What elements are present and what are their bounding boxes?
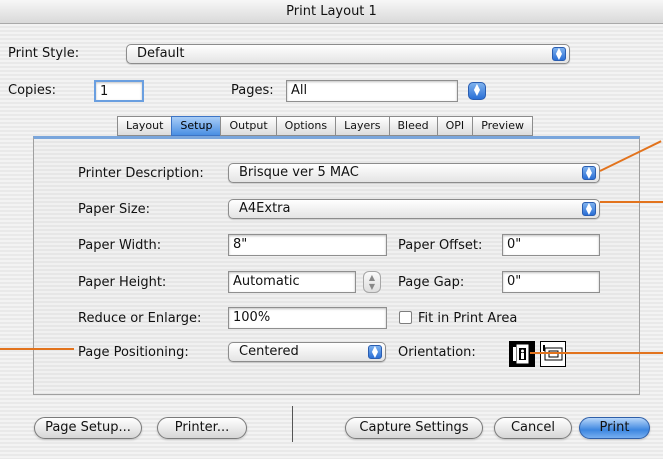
paper-size-label: Paper Size:	[78, 202, 151, 217]
printer-description-value: Brisque ver 5 MAC	[239, 165, 359, 180]
reduce-enlarge-field[interactable]: 100%	[228, 307, 387, 329]
updown-arrows-icon: ▲ ▼	[582, 202, 596, 216]
tab-layout[interactable]: Layout	[117, 116, 173, 136]
callout-line-orientation	[530, 352, 663, 354]
portrait-orientation-icon[interactable]	[509, 341, 535, 367]
print-style-value: Default	[137, 46, 185, 61]
page-positioning-popup[interactable]: Centered ▲ ▼	[228, 342, 386, 362]
page-positioning-label: Page Positioning:	[78, 345, 189, 360]
printer-description-label: Printer Description:	[78, 166, 204, 181]
tab-preview[interactable]: Preview	[472, 116, 534, 136]
callout-line-page-positioning	[0, 348, 74, 350]
tab-layers[interactable]: Layers	[335, 116, 390, 136]
paper-size-value: A4Extra	[239, 201, 291, 216]
cancel-button[interactable]: Cancel	[494, 417, 572, 439]
callout-line-paper-size	[600, 201, 663, 203]
tab-options[interactable]: Options	[275, 116, 337, 136]
page-gap-label: Page Gap:	[398, 275, 465, 290]
print-style-popup[interactable]: Default ▲ ▼	[126, 44, 570, 64]
paper-size-popup[interactable]: A4Extra ▲ ▼	[228, 199, 600, 219]
paper-offset-label: Paper Offset:	[398, 238, 483, 253]
tab-bar: Layout Setup Output Options Layers Bleed…	[117, 116, 534, 136]
paper-width-label: Paper Width:	[78, 238, 162, 253]
capture-settings-button[interactable]: Capture Settings	[345, 417, 483, 439]
landscape-orientation-icon[interactable]	[540, 341, 566, 367]
window-title: Print Layout 1	[0, 0, 663, 24]
copies-field[interactable]: 1	[94, 80, 144, 102]
page-gap-field[interactable]: 0"	[502, 271, 600, 293]
copies-label: Copies:	[8, 83, 57, 98]
button-separator	[292, 406, 293, 442]
printer-description-popup[interactable]: Brisque ver 5 MAC ▲ ▼	[228, 163, 600, 183]
paper-offset-field[interactable]: 0"	[502, 234, 600, 256]
pages-popup-arrows-icon[interactable]: ▲ ▼	[468, 82, 486, 100]
orientation-label: Orientation:	[398, 345, 476, 360]
page-positioning-value: Centered	[239, 344, 299, 359]
tab-bleed[interactable]: Bleed	[388, 116, 438, 136]
printer-button[interactable]: Printer...	[157, 417, 247, 439]
page-setup-button[interactable]: Page Setup...	[34, 417, 142, 439]
fit-in-print-area-label[interactable]: Fit in Print Area	[418, 311, 517, 326]
fit-in-print-area-checkbox[interactable]	[399, 311, 412, 324]
print-button[interactable]: Print	[579, 417, 650, 439]
pages-field[interactable]: All	[286, 80, 458, 102]
paper-height-stepper[interactable]: ▲ ▼	[363, 271, 381, 293]
print-style-label: Print Style:	[8, 46, 80, 61]
pages-label: Pages:	[231, 83, 274, 98]
paper-width-field[interactable]: 8"	[228, 234, 387, 256]
reduce-enlarge-label: Reduce or Enlarge:	[78, 311, 202, 326]
tab-output[interactable]: Output	[220, 116, 277, 136]
updown-arrows-icon: ▲ ▼	[582, 166, 596, 180]
tab-setup[interactable]: Setup	[171, 116, 222, 136]
paper-height-field[interactable]: Automatic	[228, 271, 356, 293]
updown-arrows-icon: ▲ ▼	[368, 345, 382, 359]
updown-arrows-icon: ▲ ▼	[552, 47, 566, 61]
tab-opi[interactable]: OPI	[436, 116, 474, 136]
paper-height-label: Paper Height:	[78, 275, 167, 290]
